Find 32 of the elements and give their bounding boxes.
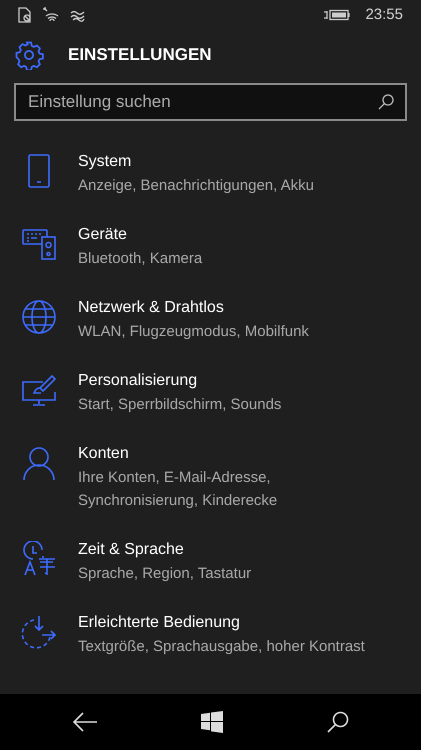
category-title[interactable]: Geräte xyxy=(78,224,202,246)
battery-charging-icon xyxy=(323,8,352,22)
clock-time: 23:55 xyxy=(365,4,403,25)
category-subtitle: Textgröße, Sprachausgabe, hoher Kontrast xyxy=(78,637,365,657)
category-subtitle: Start, Sperrbildschirm, Sounds xyxy=(78,395,282,415)
category-title[interactable]: System xyxy=(78,151,314,173)
monitor-brush-icon xyxy=(21,372,57,408)
category-subtitle: Sprache, Region, Tastatur xyxy=(78,564,252,584)
category-title[interactable]: Personalisierung xyxy=(78,370,282,392)
clock-arrow-icon xyxy=(21,614,57,650)
category-subtitle: Ihre Konten, E-Mail-Adresse, Synchronisierung, Kinderecke xyxy=(78,468,278,511)
person-icon xyxy=(21,445,57,481)
category-title[interactable]: Konten xyxy=(78,443,378,465)
globe-icon xyxy=(21,299,57,335)
category-subtitle: Bluetooth, Kamera xyxy=(78,249,202,269)
settings-icon xyxy=(14,40,44,70)
page-title: EINSTELLUNGEN xyxy=(68,44,212,66)
category-title[interactable]: Erleichterte Bedienung xyxy=(78,612,365,634)
search-field[interactable]: Einstellung suchen xyxy=(14,83,407,121)
clock-language-icon xyxy=(21,541,57,577)
category-subtitle: WLAN, Flugzeugmodus, Mobilfunk xyxy=(78,322,309,342)
category-subtitle: Anzeige, Benachrichtigungen, Akku xyxy=(78,176,314,196)
search-icon[interactable] xyxy=(326,710,350,734)
search-icon[interactable] xyxy=(377,93,395,111)
windows-logo-icon[interactable] xyxy=(200,711,222,733)
back-arrow-icon[interactable] xyxy=(72,711,98,733)
category-title[interactable]: Netzwerk & Drahtlos xyxy=(78,297,309,319)
sim-card-icon xyxy=(18,7,32,23)
wifi-signal-icon xyxy=(42,7,60,23)
devices-icon xyxy=(21,226,57,262)
signal-waves-icon xyxy=(70,8,86,22)
category-title[interactable]: Zeit & Sprache xyxy=(78,539,252,561)
